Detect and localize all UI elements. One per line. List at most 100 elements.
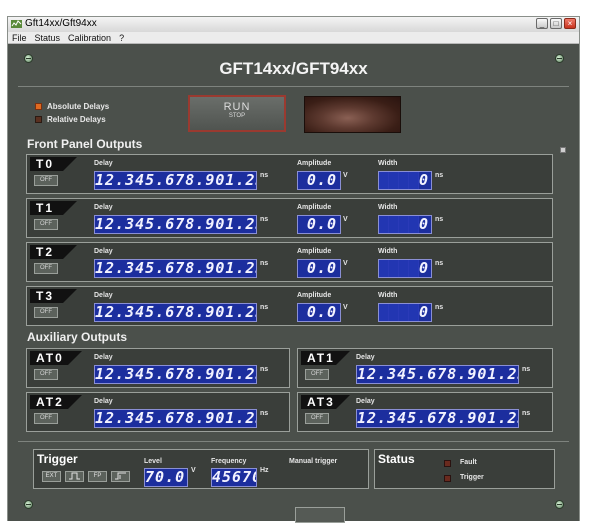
trigger-indicator-icon [444, 475, 451, 482]
delay-label: Delay [94, 354, 113, 361]
output-name: T0 [30, 157, 77, 171]
ns-unit: ns [260, 304, 269, 311]
v-unit: V [343, 216, 348, 223]
expand-icon[interactable] [560, 147, 566, 153]
amplitude-label: Amplitude [297, 292, 332, 299]
screw-icon [24, 500, 33, 509]
off-button[interactable]: OFF [34, 219, 58, 230]
menu-calibration[interactable]: Calibration [68, 32, 111, 43]
frequency-label: Frequency [211, 458, 247, 465]
width-display[interactable]: 0 [378, 215, 432, 234]
delay-display[interactable]: 12.345.678.901.23 [94, 303, 257, 322]
width-label: Width [378, 292, 398, 299]
app-title: GFT14xx/GFT94xx [219, 59, 368, 78]
output-row-t0: T0 OFF Delay 12.345.678.901.23 ns Amplit… [26, 154, 553, 194]
off-button[interactable]: OFF [305, 413, 329, 424]
divider [18, 86, 569, 87]
front-panel-title: Front Panel Outputs [27, 137, 143, 151]
ext-trigger-button[interactable]: EXT [42, 471, 61, 482]
aux-row-at3: AT3 OFF Delay 12.345.678.901.23 ns [297, 392, 553, 432]
ns-unit: ns [522, 410, 531, 417]
frequency-display[interactable]: 45670 [211, 468, 257, 487]
delay-display[interactable]: 12.345.678.901.23 [356, 365, 519, 384]
width-value: 0 [418, 215, 428, 233]
ns-unit: ns [260, 216, 269, 223]
instrument-panel: GFT14xx/GFT94xx Absolute Delays Relative… [8, 45, 579, 523]
trigger-title: Trigger [37, 452, 78, 466]
v-unit: V [191, 467, 196, 474]
minimize-button[interactable]: _ [536, 18, 548, 29]
main-window: Gft14xx/Gft94xx _ □ × File Status Calibr… [7, 16, 580, 523]
fault-indicator-icon [444, 460, 451, 467]
width-label: Width [378, 204, 398, 211]
ns-unit: ns [435, 304, 444, 311]
amplitude-display[interactable]: 0.0 [297, 171, 341, 190]
absolute-delays-label: Absolute Delays [47, 102, 110, 111]
run-label: RUN [223, 101, 251, 113]
window-title: Gft14xx/Gft94xx [25, 18, 97, 29]
relative-delays-option[interactable]: Relative Delays [35, 115, 106, 124]
ns-unit: ns [260, 410, 269, 417]
radio-unchecked-icon [35, 116, 42, 123]
delay-display[interactable]: 12.345.678.901.23 [94, 409, 257, 428]
manual-trigger-label: Manual trigger [289, 458, 338, 465]
off-button[interactable]: OFF [34, 369, 58, 380]
title-bar: Gft14xx/Gft94xx _ □ × [8, 17, 579, 33]
screw-icon [555, 500, 564, 509]
delay-label: Delay [356, 398, 375, 405]
amplitude-display[interactable]: 0.0 [297, 259, 341, 278]
run-stop-button[interactable]: RUN STOP [188, 95, 286, 132]
menu-status[interactable]: Status [35, 32, 61, 43]
output-row-t3: T3 OFF Delay 12.345.678.901.23 ns Amplit… [26, 286, 553, 326]
ns-unit: ns [522, 366, 531, 373]
absolute-delays-option[interactable]: Absolute Delays [35, 102, 109, 111]
width-label: Width [378, 248, 398, 255]
v-unit: V [343, 304, 348, 311]
fp-trigger-button[interactable]: FP [88, 471, 107, 482]
ns-unit: ns [435, 172, 444, 179]
delay-display[interactable]: 12.345.678.901.23 [94, 171, 257, 190]
menu-bar: File Status Calibration ? [8, 32, 579, 44]
maximize-button[interactable]: □ [550, 18, 562, 29]
delay-label: Delay [94, 248, 113, 255]
v-unit: V [343, 172, 348, 179]
ns-unit: ns [260, 172, 269, 179]
off-button[interactable]: OFF [34, 413, 58, 424]
rising-edge-icon [69, 472, 80, 480]
auxiliary-title: Auxiliary Outputs [27, 330, 128, 344]
off-button[interactable]: OFF [34, 175, 58, 186]
status-panel: Status Fault Trigger [374, 449, 555, 489]
manual-trigger-button[interactable] [295, 507, 345, 523]
width-display[interactable]: 0 [378, 303, 432, 322]
delay-display[interactable]: 12.345.678.901.23 [94, 215, 257, 234]
output-name: T3 [30, 289, 77, 303]
delay-label: Delay [94, 398, 113, 405]
menu-help[interactable]: ? [119, 32, 124, 43]
close-button[interactable]: × [564, 18, 576, 29]
amplitude-display[interactable]: 0.0 [297, 215, 341, 234]
amplitude-display[interactable]: 0.0 [297, 303, 341, 322]
width-label: Width [378, 160, 398, 167]
ns-unit: ns [260, 260, 269, 267]
run-indicator-lamp [304, 96, 401, 133]
delay-display[interactable]: 12.345.678.901.23 [356, 409, 519, 428]
width-display[interactable]: 0 [378, 259, 432, 278]
off-button[interactable]: OFF [34, 263, 58, 274]
delay-display[interactable]: 12.345.678.901.23 [94, 259, 257, 278]
delay-label: Delay [94, 292, 113, 299]
delay-display[interactable]: 12.345.678.901.23 [94, 365, 257, 384]
delay-label: Delay [94, 160, 113, 167]
output-name: T1 [30, 201, 77, 215]
aux-row-at1: AT1 OFF Delay 12.345.678.901.23 ns [297, 348, 553, 388]
output-name: T2 [30, 245, 77, 259]
aux-row-at0: AT0 OFF Delay 12.345.678.901.23 ns [26, 348, 290, 388]
falling-edge-button[interactable] [111, 471, 130, 482]
hz-unit: Hz [260, 467, 269, 474]
off-button[interactable]: OFF [34, 307, 58, 318]
off-button[interactable]: OFF [305, 369, 329, 380]
menu-file[interactable]: File [12, 32, 27, 43]
rising-edge-button[interactable] [65, 471, 84, 482]
level-display[interactable]: 70.0 [144, 468, 188, 487]
trigger-panel: Trigger EXT FP Level 70.0 V Frequency 45… [33, 449, 369, 489]
width-display[interactable]: 0 [378, 171, 432, 190]
